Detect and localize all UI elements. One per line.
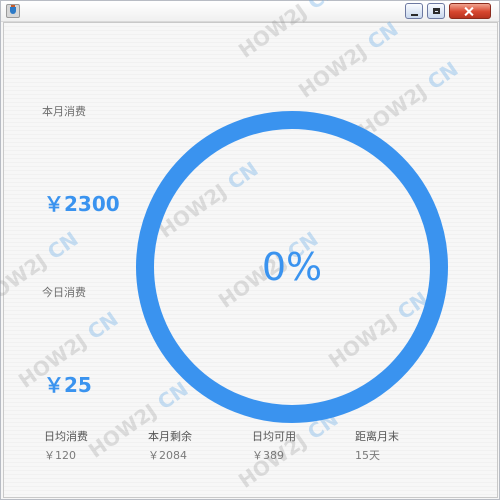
title-bar[interactable] (1, 1, 499, 22)
today-spend-label: 今日消费 (42, 286, 86, 299)
spend-progress-ring: 0% (132, 107, 452, 427)
days-to-month-end-value: 15天 (355, 449, 380, 462)
watermark: HOW2J CN (294, 16, 403, 103)
month-spend-label: 本月消费 (42, 105, 86, 118)
month-spend-value: ￥2300 (44, 192, 120, 216)
progress-percent: 0% (261, 245, 323, 289)
daily-avg-label: 日均消费 (44, 430, 88, 443)
month-remaining-value: ￥2084 (148, 449, 187, 462)
java-app-icon[interactable] (6, 4, 20, 18)
maximize-button[interactable] (427, 3, 445, 19)
month-remaining-label: 本月剩余 (148, 430, 192, 443)
days-to-month-end-label: 距离月末 (355, 430, 399, 443)
daily-avg-value: ￥120 (44, 449, 76, 462)
today-spend-value: ￥25 (44, 373, 92, 397)
spend-panel: HOW2J CN HOW2J CN HOW2J CN HOW2J CN HOW2… (0, 0, 498, 498)
daily-available-label: 日均可用 (252, 430, 296, 443)
close-button[interactable] (449, 3, 491, 19)
minimize-button[interactable] (405, 3, 423, 19)
daily-available-value: ￥389 (252, 449, 284, 462)
app-window: HOW2J CN HOW2J CN HOW2J CN HOW2J CN HOW2… (0, 0, 500, 500)
